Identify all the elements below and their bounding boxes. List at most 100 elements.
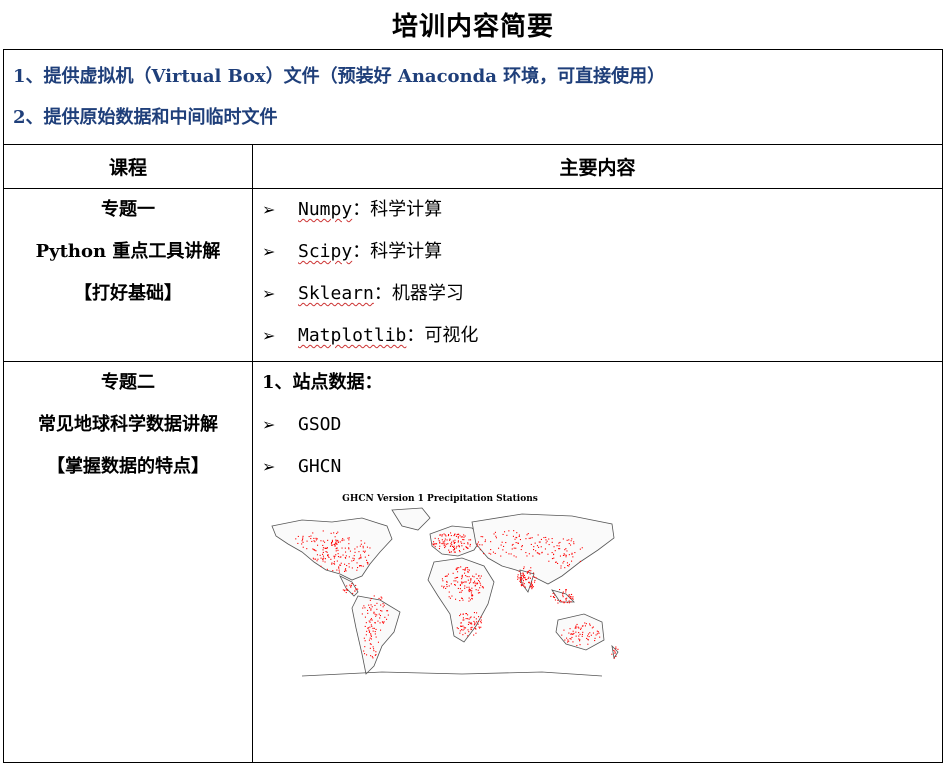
station-dot	[474, 623, 476, 625]
station-dot	[457, 628, 459, 630]
station-dot	[326, 547, 328, 549]
station-dot	[471, 626, 473, 628]
station-dot	[468, 582, 470, 584]
station-dot	[461, 629, 463, 631]
station-dot	[448, 585, 450, 587]
station-dot	[461, 581, 463, 583]
station-dot	[476, 621, 478, 623]
station-dot	[380, 629, 382, 631]
station-dot	[590, 634, 592, 636]
station-dot	[467, 618, 469, 620]
station-dot	[467, 542, 469, 544]
station-dot	[471, 590, 473, 592]
station-dot	[536, 545, 538, 547]
station-dot	[322, 555, 324, 557]
station-dot	[359, 557, 361, 559]
station-dot	[531, 537, 533, 539]
station-dot	[348, 543, 350, 545]
station-dot	[568, 543, 570, 545]
station-dot	[367, 563, 369, 565]
station-dot	[448, 591, 450, 593]
list-item: ➢ GHCN	[262, 446, 942, 488]
station-dot	[334, 536, 336, 538]
station-dot	[448, 549, 450, 551]
station-dot	[478, 575, 480, 577]
station-dot	[348, 548, 350, 550]
station-dot	[513, 530, 515, 532]
station-dot	[471, 594, 473, 596]
station-dot	[568, 563, 570, 565]
station-dot	[333, 532, 335, 534]
station-dot	[359, 565, 361, 567]
station-dot	[363, 650, 365, 652]
station-dot	[451, 595, 453, 597]
station-dot	[535, 577, 537, 579]
station-dot	[558, 545, 560, 547]
station-dot	[322, 551, 324, 553]
station-dot	[592, 626, 594, 628]
station-dot	[582, 631, 584, 633]
station-dot	[467, 614, 469, 616]
station-dot	[312, 532, 314, 534]
station-dot	[327, 539, 329, 541]
station-dot	[615, 655, 617, 657]
station-dot	[548, 560, 550, 562]
station-dot	[322, 544, 324, 546]
station-dot	[495, 537, 497, 539]
station-dot	[480, 536, 482, 538]
arrow-bullet-icon: ➢	[262, 457, 276, 476]
station-dot	[475, 573, 477, 575]
station-dot	[453, 549, 455, 551]
station-dot	[490, 549, 492, 551]
station-dot	[466, 586, 468, 588]
station-dot	[455, 568, 457, 570]
station-dot	[551, 538, 553, 540]
station-dot	[584, 622, 586, 624]
station-dot	[476, 612, 478, 614]
station-dot	[566, 562, 568, 564]
station-dot	[349, 550, 351, 552]
station-dot	[562, 554, 564, 556]
station-dot	[313, 549, 315, 551]
station-dot	[360, 556, 362, 558]
station-dot	[477, 545, 479, 547]
station-dot	[477, 541, 479, 543]
station-dot	[452, 540, 454, 542]
station-dot	[520, 549, 522, 551]
list-item: ➢ GSOD	[262, 404, 942, 446]
course-table: 1、提供虚拟机（Virtual Box）文件（预装好 Anaconda 环境，可…	[3, 49, 943, 763]
station-dot	[337, 556, 339, 558]
station-dot	[558, 548, 560, 550]
station-dot	[545, 539, 547, 541]
station-dot	[502, 533, 504, 535]
station-dot	[471, 587, 473, 589]
station-dot	[455, 535, 457, 537]
station-dot	[454, 584, 456, 586]
station-dot	[526, 555, 528, 557]
station-dot	[565, 589, 567, 591]
station-dot	[467, 571, 469, 573]
station-dot	[344, 570, 346, 572]
station-dot	[569, 596, 571, 598]
station-dot	[532, 576, 534, 578]
station-dot	[445, 535, 447, 537]
station-dot	[358, 551, 360, 553]
station-dot	[383, 604, 385, 606]
station-dot	[594, 637, 596, 639]
station-dot	[368, 620, 370, 622]
arrow-bullet-icon: ➢	[262, 284, 276, 303]
station-dot	[335, 554, 337, 556]
station-dot	[478, 626, 480, 628]
station-dot	[443, 585, 445, 587]
station-dot	[456, 567, 458, 569]
station-dot	[617, 648, 619, 650]
station-dot	[576, 623, 578, 625]
station-dot	[446, 539, 448, 541]
station-dot	[480, 616, 482, 618]
station-dot	[561, 634, 563, 636]
station-dot	[322, 558, 324, 560]
station-dot	[370, 635, 372, 637]
station-dot	[469, 617, 471, 619]
station-dot	[518, 534, 520, 536]
station-dot	[461, 597, 463, 599]
